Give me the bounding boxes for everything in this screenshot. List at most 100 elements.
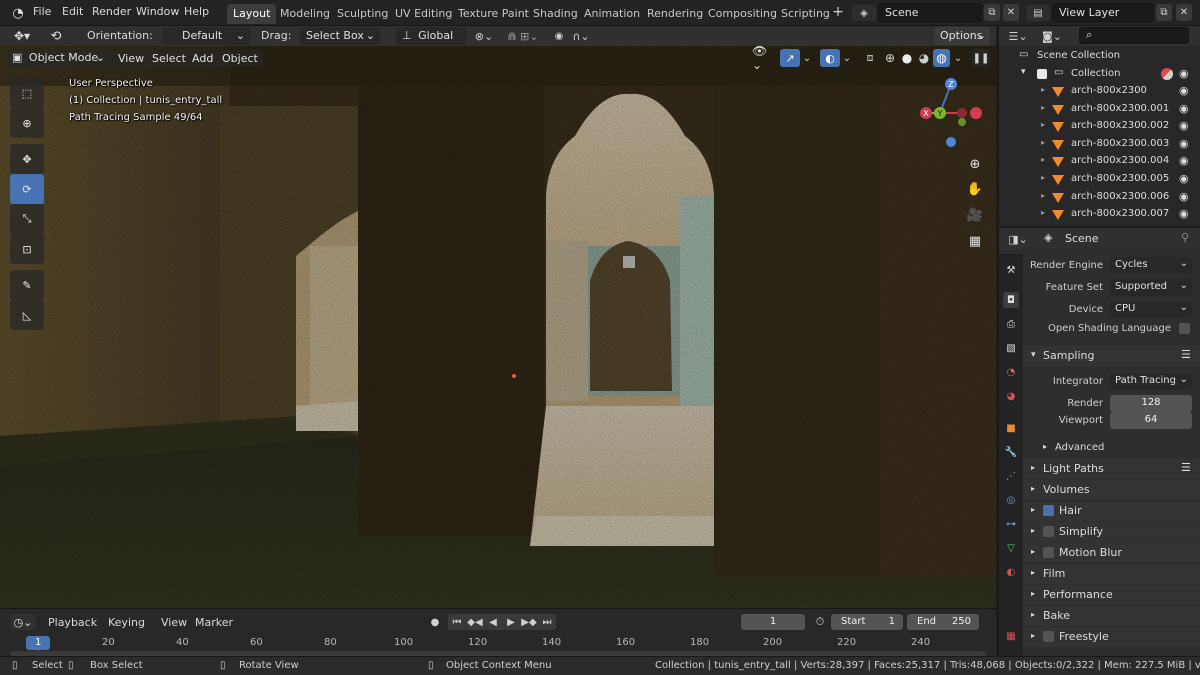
freestyle-checkbox[interactable]: [1043, 631, 1054, 642]
eye-icon[interactable]: ◉: [1179, 172, 1189, 185]
scene-field[interactable]: Scene: [878, 3, 982, 22]
timeline-editor-type-icon[interactable]: ◷⌄: [10, 614, 36, 630]
add-workspace-icon[interactable]: +: [831, 4, 845, 20]
expand-arrow-icon[interactable]: ▸: [1041, 191, 1045, 200]
pin-icon[interactable]: ⚲: [1181, 231, 1189, 244]
expand-arrow-icon[interactable]: ▸: [1041, 103, 1045, 112]
play-icon[interactable]: ▶: [502, 614, 520, 630]
tab-rendering[interactable]: Rendering: [641, 4, 709, 24]
select-tool[interactable]: ⬚: [10, 78, 44, 108]
play-reverse-icon[interactable]: ◀: [484, 614, 502, 630]
physics-tab-icon[interactable]: ◎: [1003, 492, 1019, 508]
end-frame-field[interactable]: End 250: [907, 614, 979, 630]
particles-tab-icon[interactable]: ⋰: [1003, 468, 1019, 484]
transform-orientation-dropdown[interactable]: ⊥ Global: [396, 27, 466, 45]
feature-set-dropdown[interactable]: Supported ⌄: [1110, 279, 1192, 296]
drag-dropdown[interactable]: Select Box ⌄: [300, 27, 380, 45]
timeline-menu-marker[interactable]: Marker: [195, 616, 233, 629]
gizmo-toggle-icon[interactable]: ↗: [780, 49, 800, 67]
tab-shading[interactable]: Shading: [527, 4, 584, 24]
material-shading-icon[interactable]: ◕: [916, 49, 932, 67]
collection-checkbox[interactable]: [1037, 69, 1047, 79]
xray-icon[interactable]: ⧈: [861, 49, 879, 67]
volumes-panel-header[interactable]: ▸ Volumes: [1023, 480, 1200, 500]
view-layer-field[interactable]: View Layer: [1052, 3, 1154, 22]
properties-editor-type-icon[interactable]: ◨⌄: [1005, 231, 1031, 247]
presets-icon[interactable]: ☰: [1181, 461, 1191, 474]
editor-type-icon[interactable]: ✥▾: [8, 28, 36, 44]
move-tool[interactable]: ✥: [10, 144, 44, 174]
outliner-object-row[interactable]: ▸ arch-800x2300.001 ◉: [999, 101, 1200, 119]
camera-view-icon[interactable]: 🎥: [964, 204, 986, 226]
new-scene-icon[interactable]: ⧉: [984, 4, 1000, 21]
scene-tab-icon[interactable]: ◔: [1003, 364, 1019, 380]
tab-sculpting[interactable]: Sculpting: [331, 4, 394, 24]
performance-panel-header[interactable]: ▸ Performance: [1023, 585, 1200, 605]
expand-arrow-icon[interactable]: ▸: [1041, 208, 1045, 217]
expand-arrow-icon[interactable]: ▸: [1041, 85, 1045, 94]
outliner-object-row[interactable]: ▸ arch-800x2300.007 ◉: [999, 206, 1200, 224]
menu-render[interactable]: Render: [92, 5, 131, 18]
film-panel-header[interactable]: ▸ Film: [1023, 564, 1200, 584]
snap-icon[interactable]: ⋒ ⊞⌄: [500, 28, 546, 44]
proportional-edit-icon[interactable]: ◉: [551, 28, 567, 44]
texture-tab-icon[interactable]: ▦: [1003, 628, 1019, 644]
record-icon[interactable]: ●: [428, 614, 442, 630]
output-tab-icon[interactable]: ⎙: [1003, 316, 1019, 332]
outliner-object-row[interactable]: ▸ arch-800x2300.005 ◉: [999, 171, 1200, 189]
options-button[interactable]: Options ⌄: [934, 27, 990, 45]
rotate-tool[interactable]: ⟳: [10, 174, 44, 204]
viewport-menu-select[interactable]: Select: [147, 50, 191, 67]
delete-scene-icon[interactable]: ✕: [1003, 4, 1019, 21]
tool-tab-icon[interactable]: ⚒: [1003, 262, 1019, 278]
mode-dropdown[interactable]: ▣ Object Mode ⌄: [8, 49, 110, 67]
menu-file[interactable]: File: [33, 5, 51, 18]
current-frame-field[interactable]: 1: [741, 614, 805, 630]
tab-modeling[interactable]: Modeling: [274, 4, 336, 24]
render-tab-icon[interactable]: ◘: [1003, 292, 1019, 308]
chevron-down-icon[interactable]: ⌄: [952, 50, 964, 66]
start-frame-field[interactable]: Start 1: [831, 614, 903, 630]
navigation-gizmo[interactable]: Z Y X: [912, 74, 992, 154]
integrator-dropdown[interactable]: Path Tracing ⌄: [1110, 373, 1192, 390]
annotate-tool[interactable]: ✎: [10, 270, 44, 300]
hair-checkbox[interactable]: [1043, 505, 1054, 516]
eye-icon[interactable]: ◉: [1179, 67, 1189, 80]
measure-tool[interactable]: ◺: [10, 300, 44, 330]
display-mode-icon[interactable]: ◙⌄: [1039, 28, 1065, 44]
tab-uv-editing[interactable]: UV Editing: [389, 4, 458, 24]
object-tab-icon[interactable]: ■: [1003, 420, 1019, 436]
expand-arrow-icon[interactable]: ▸: [1041, 155, 1045, 164]
motion-blur-panel-header[interactable]: ▸ Motion Blur: [1023, 543, 1200, 563]
outliner-row-scene-collection[interactable]: ▭ Scene Collection: [999, 48, 1200, 66]
eye-icon[interactable]: ◉: [1179, 207, 1189, 220]
solid-shading-icon[interactable]: ●: [899, 49, 915, 67]
modifier-tab-icon[interactable]: 🔧: [1003, 444, 1019, 460]
blender-logo-icon[interactable]: ◔: [10, 5, 26, 21]
data-tab-icon[interactable]: ▽: [1003, 540, 1019, 556]
osl-checkbox[interactable]: [1179, 323, 1190, 334]
prev-keyframe-icon[interactable]: ◆◀: [466, 614, 484, 630]
tab-layout[interactable]: Layout: [227, 4, 277, 24]
tab-compositing[interactable]: Compositing: [702, 4, 783, 24]
outliner-object-row[interactable]: ▸ arch-800x2300 ◉: [999, 83, 1200, 101]
next-keyframe-icon[interactable]: ▶◆: [520, 614, 538, 630]
overlays-icon[interactable]: ◐: [820, 49, 840, 67]
timeline-menu-view[interactable]: View: [161, 616, 187, 629]
outliner-object-row[interactable]: ▸ arch-800x2300.004 ◉: [999, 153, 1200, 171]
viewport-samples-field[interactable]: 64: [1110, 412, 1192, 429]
cursor-tool[interactable]: ⊕: [10, 108, 44, 138]
eye-icon[interactable]: ◉: [1179, 84, 1189, 97]
timeline-menu-keying[interactable]: Keying: [108, 616, 145, 629]
view-layer-tab-icon[interactable]: ▧: [1003, 340, 1019, 356]
tab-animation[interactable]: Animation: [578, 4, 646, 24]
perspective-toggle-icon[interactable]: ▦: [964, 230, 986, 252]
delete-view-layer-icon[interactable]: ✕: [1176, 4, 1192, 21]
3d-viewport[interactable]: ▣ Object Mode ⌄ View Select Add Object 👁…: [0, 46, 996, 608]
world-tab-icon[interactable]: ◕: [1003, 388, 1019, 404]
viewport-menu-add[interactable]: Add: [187, 50, 219, 67]
render-samples-field[interactable]: 128: [1110, 395, 1192, 412]
tab-scripting[interactable]: Scripting: [775, 4, 836, 24]
menu-window[interactable]: Window: [136, 5, 179, 18]
tab-texture-paint[interactable]: Texture Paint: [452, 4, 535, 24]
